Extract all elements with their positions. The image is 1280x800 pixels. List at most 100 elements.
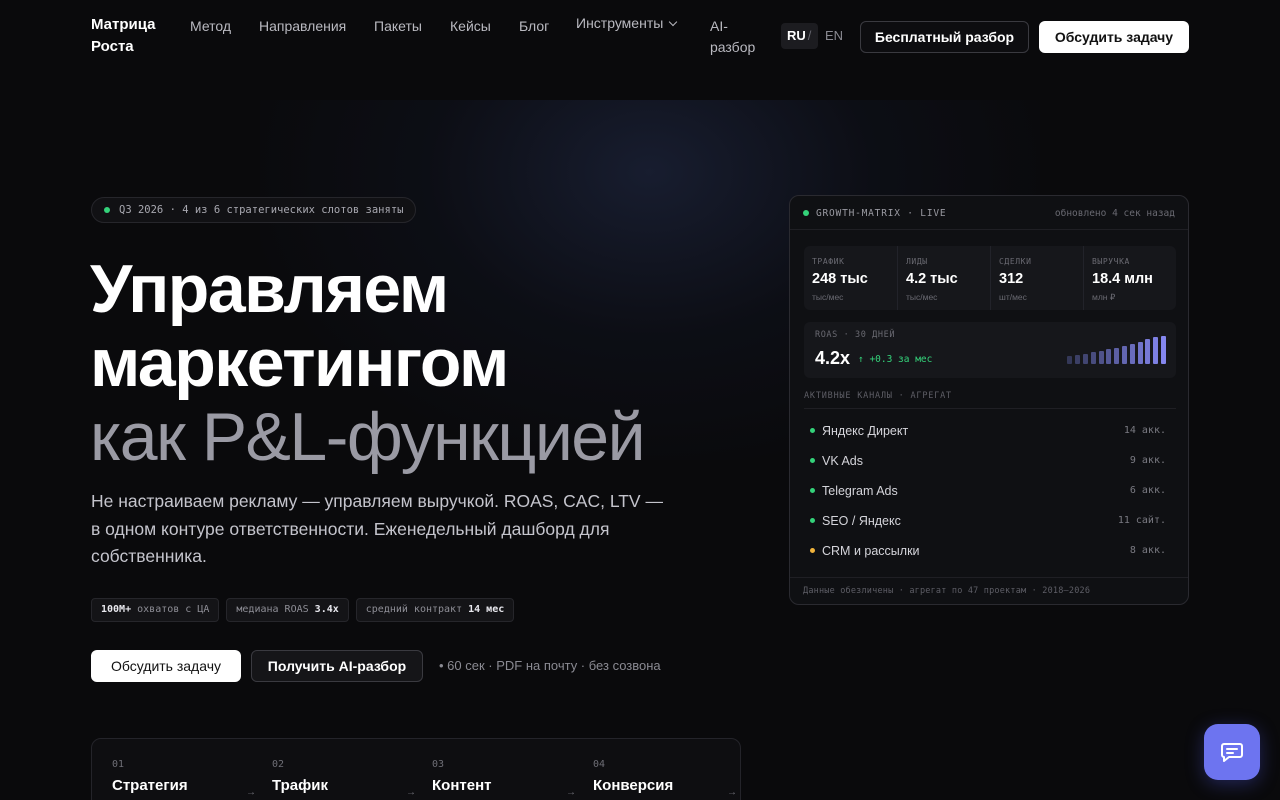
channel-count: 14 акк. [1123,425,1166,436]
status-dot-icon [810,518,815,523]
tag-contract-value: 14 мес [468,604,505,615]
roas-bar [1145,339,1151,364]
channel-name: Telegram Ads [822,484,898,498]
kpi-value: 4.2 тыс [906,271,958,287]
ai-audit-button[interactable]: Получить AI-разбор [251,650,423,682]
step-name: Контент [432,777,492,794]
lang-ru[interactable]: RU / [781,23,818,49]
roas-delta: ↑ +0.3 за мес [858,354,933,365]
channel-row-yandex-direct: Яндекс Директ 14 акк. [810,422,1166,440]
step-number: 04 [593,759,606,770]
hero-lead: Не настраиваем рекламу — управляем выруч… [91,491,663,566]
step-traffic[interactable]: 02 Трафик → [252,739,416,800]
free-audit-button[interactable]: Бесплатный разбор [860,21,1029,53]
slots-pill-text: Q3 2026 · 4 из 6 стратегических слотов з… [119,204,404,216]
tag-contract: средний контракт 14 мес [355,598,515,622]
hero-title: Управляем маркетингом как P&L-функцией [90,251,646,475]
kpi-leads: Лиды 4.2 тыс тыс/мес [897,246,990,310]
roas-bar [1083,354,1088,364]
brand-logo[interactable]: Матрица Роста [91,14,171,58]
roas-bar [1106,349,1112,364]
arrow-right-icon: → [727,787,737,798]
nav-link-blog[interactable]: Блог [519,17,549,35]
nav-tools-label: Инструменты [576,15,664,31]
growth-dashboard: GROWTH-MATRIX · LIVE обновлено 4 сек наз… [789,195,1189,605]
tag-reach-text: охватов с ЦА [131,604,210,615]
dashboard-updated: обновлено 4 сек назад [1054,208,1175,219]
channel-name: VK Ads [822,454,863,468]
roas-card: ROAS · 30 ДНЕЙ 4.2x ↑ +0.3 за мес [804,322,1176,378]
kpi-value: 312 [999,271,1024,287]
status-dot-icon [810,458,815,463]
step-name: Стратегия [112,777,188,794]
step-number: 03 [432,759,445,770]
kpi-label: Трафик [812,257,845,266]
roas-value: 4.2x [815,348,851,368]
channel-row-vk-ads: VK Ads 9 акк. [810,452,1166,470]
channel-count: 8 акк. [1129,545,1166,556]
tag-roas-text: медиана ROAS [236,604,315,615]
roas-bar [1122,346,1127,364]
channel-name: CRM и рассылки [822,544,920,558]
nav-link-packages[interactable]: Пакеты [374,17,422,35]
nav-link-cases[interactable]: Кейсы [450,17,491,35]
hero-tags: 100М+ охватов с ЦА медиана ROAS 3.4x сре… [91,598,515,622]
chat-bubble-icon [1221,743,1243,762]
discuss-button-hero[interactable]: Обсудить задачу [91,650,241,682]
roas-bar [1161,336,1166,364]
kpi-grid: Трафик 248 тыс тыс/мес Лиды 4.2 тыс тыс/… [804,246,1176,310]
chat-widget-button[interactable] [1204,724,1260,780]
kpi-traffic: Трафик 248 тыс тыс/мес [804,246,897,310]
hero-title-line-1: Управляем [90,251,449,327]
chevron-down-icon [669,17,678,27]
kpi-unit: шт/мес [999,292,1027,302]
step-name: Трафик [272,777,328,794]
hero-title-line-3: как P&L-функцией [90,399,646,475]
channel-name: SEO / Яндекс [822,514,901,528]
kpi-label: Выручка [1092,257,1130,266]
nav-link-directions[interactable]: Направления [259,17,346,35]
channel-count: 6 акк. [1129,485,1166,496]
kpi-label: Сделки [999,257,1032,266]
kpi-value: 248 тыс [812,271,868,287]
kpi-unit: млн ₽ [1092,292,1116,302]
roas-bar [1090,352,1096,364]
nav-link-ai[interactable]: AI-разбор [710,16,762,58]
step-name: Конверсия [593,777,674,794]
roas-bar [1137,342,1143,364]
cta-note: • 60 сек · PDF на почту · без созвона [439,658,661,673]
roas-label: ROAS · 30 ДНЕЙ [815,330,896,340]
kpi-deals: Сделки 312 шт/мес [990,246,1083,310]
step-strategy[interactable]: 01 Стратегия → [92,739,256,800]
tag-roas-value: 3.4x [314,604,339,615]
tag-reach-value: 100М+ [101,604,132,615]
status-dot-icon [810,488,815,493]
process-steps: 01 Стратегия → 02 Трафик → 03 Контент → … [91,738,741,800]
lang-ru-label: RU [787,28,806,43]
roas-bar [1098,351,1104,364]
status-dot-icon [104,207,110,213]
roas-bar [1067,356,1073,364]
nav-tools-dropdown[interactable]: Инструменты [576,14,678,32]
step-conversion[interactable]: 04 Конверсия → [573,739,737,800]
roas-bar [1153,337,1159,364]
live-dot-icon [803,210,809,216]
channel-count: 9 акк. [1129,455,1166,466]
lang-separator: / [807,28,812,43]
dashboard-title: GROWTH-MATRIX · LIVE [816,208,947,219]
channel-row-telegram-ads: Telegram Ads 6 акк. [810,482,1166,500]
top-nav: Матрица Роста Метод Направления Пакеты К… [0,0,1280,74]
hero-title-line-2: маркетингом [90,325,509,401]
nav-link-method[interactable]: Метод [190,17,231,35]
kpi-unit: тыс/мес [906,292,938,302]
step-number: 02 [272,759,285,770]
channel-count: 11 сайт. [1117,515,1166,526]
slots-pill: Q3 2026 · 4 из 6 стратегических слотов з… [91,197,417,223]
discuss-button-nav[interactable]: Обсудить задачу [1039,21,1189,53]
status-dot-icon [810,428,815,433]
kpi-label: Лиды [906,257,928,266]
divider [804,408,1176,409]
roas-bar [1114,348,1120,364]
lang-en[interactable]: EN [825,23,843,49]
step-content[interactable]: 03 Контент → [412,739,576,800]
